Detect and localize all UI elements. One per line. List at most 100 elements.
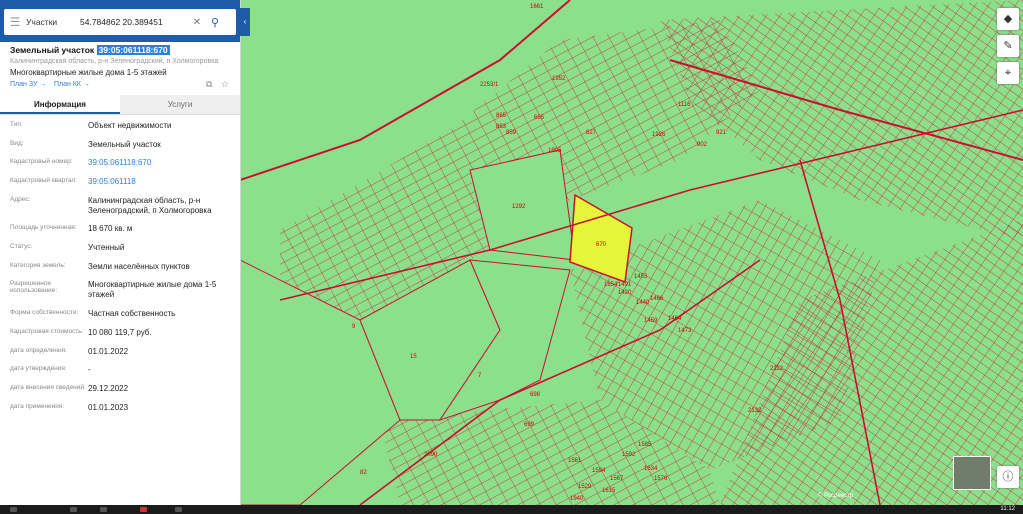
attr-value: Земли населённых пунктов — [88, 262, 190, 271]
parcel-number-label[interactable]: 1491 — [618, 282, 631, 288]
attr-value: Земельный участок — [88, 140, 161, 149]
cadastral-map[interactable]: 1661 1952 2253/1 1116 1926 1292 670 1905 921 902 9… — [240, 0, 1023, 505]
parcel-number-label[interactable]: 1654 — [604, 282, 617, 288]
minimap-thumbnail[interactable] — [953, 456, 991, 490]
parcel-number-label[interactable]: 1466 — [650, 296, 663, 302]
map-canvas[interactable] — [240, 0, 1023, 505]
parcel-number-label[interactable]: 1473 — [678, 328, 691, 334]
attr-label: дата применения: — [10, 403, 65, 410]
parcel-number-label[interactable]: 15 — [410, 354, 417, 360]
parcel-number-label[interactable]: 921 — [716, 130, 726, 136]
parcel-number-label[interactable]: 1592 — [622, 452, 635, 458]
search-icon[interactable]: ⚲ — [204, 16, 226, 29]
start-icon[interactable] — [10, 507, 17, 512]
parcel-number-label[interactable]: 1292 — [512, 204, 525, 210]
parcel-number-label[interactable]: 1634 — [644, 466, 657, 472]
parcel-number-label[interactable]: 1952 — [552, 76, 565, 82]
parcel-zone-northeast — [660, 0, 1023, 240]
attr-label: Тип: — [10, 121, 23, 128]
parcel-number-label[interactable]: 2132 — [748, 408, 761, 414]
parcel-number-label[interactable]: 865 — [496, 113, 506, 119]
taskbar-app-icon[interactable] — [100, 507, 107, 512]
attr-value[interactable]: 39:05:061118:670 — [88, 158, 236, 168]
object-cadastral-number[interactable]: 39:05:061118:670 — [96, 45, 170, 55]
crosshair-icon: ⌖ — [1004, 67, 1012, 79]
search-input[interactable] — [80, 17, 190, 27]
browser-icon[interactable] — [140, 507, 147, 512]
info-button[interactable]: ⓘ — [997, 466, 1019, 488]
info-panel: ☰ Участки ✕ ⚲ Земельный участок 39:05:06… — [0, 0, 241, 505]
attr-label: Категория земель: — [10, 262, 66, 269]
parcel-number-label[interactable]: 1585 — [638, 442, 651, 448]
attr-value: 18 670 кв. м — [88, 224, 133, 233]
plan-zu-link[interactable]: План ЗУ → — [10, 81, 46, 88]
parcel-number-label[interactable]: 82 — [360, 470, 367, 476]
attr-label: дата определения: — [10, 347, 67, 354]
attr-label: Форма собственности: — [10, 309, 79, 316]
attr-label: Кадастровый номер: — [10, 158, 73, 165]
taskbar-app-icon[interactable] — [70, 507, 77, 512]
tabs: Информация Услуги — [0, 95, 240, 115]
parcel-number-label[interactable]: 2253/1 — [480, 82, 498, 88]
plan-kk-link[interactable]: План КК → — [54, 81, 90, 88]
attr-label: дата утверждения: — [10, 365, 67, 372]
tab-information[interactable]: Информация — [0, 95, 120, 114]
object-kind: Земельный участок — [10, 45, 95, 55]
attr-value[interactable]: 39:05:061118 — [88, 177, 236, 187]
attr-value: 01.01.2022 — [88, 347, 129, 356]
parcel-number-label[interactable]: 1567 — [610, 476, 623, 482]
parcel-number-label[interactable]: 9 — [352, 324, 355, 330]
parcel-number-label[interactable]: 902 — [697, 142, 707, 148]
attr-value: Многоквартирные жилые дома 1-5 этажей — [88, 280, 217, 299]
parcel-number-label[interactable]: 2090 — [424, 452, 437, 458]
parcel-number-label[interactable]: 1594 — [592, 468, 605, 474]
parcel-number-label[interactable]: 1661 — [530, 4, 543, 10]
attr-value: Учтенный — [88, 243, 125, 252]
attr-value: Калининградская область, р-н Зеленоградс… — [88, 196, 212, 215]
parcel-number-label[interactable]: 827 — [586, 130, 596, 136]
parcel-number-label[interactable]: 7 — [478, 373, 481, 379]
search-bar: ☰ Участки ✕ ⚲ — [0, 0, 240, 42]
parcel-number-label[interactable]: 1926 — [652, 132, 665, 138]
parcel-number-label[interactable]: 670 — [596, 242, 606, 248]
parcel-number-label[interactable]: 1453 — [634, 274, 647, 280]
parcel-number-label[interactable]: 699 — [524, 422, 534, 428]
parcel-number-label[interactable]: 1615 — [602, 488, 615, 494]
parcel-number-label[interactable]: 1440 — [636, 300, 649, 306]
layers-icon: ◆ — [1003, 13, 1013, 25]
parcel-number-label[interactable]: 655 — [534, 115, 544, 121]
edit-button[interactable]: ✎ — [997, 35, 1019, 57]
search-box: ☰ Участки ✕ ⚲ — [4, 9, 236, 35]
parcel-number-label[interactable]: 1905 — [548, 148, 561, 154]
bookmark-icon[interactable]: ⧉ — [206, 79, 212, 90]
locate-button[interactable]: ⌖ — [997, 62, 1019, 84]
parcel-number-label[interactable]: 1940 — [570, 496, 583, 502]
map-copyright: © Росреестр — [818, 493, 854, 499]
chevron-left-icon: ‹ — [243, 17, 247, 26]
taskbar-clock: 11:12 — [1000, 506, 1015, 512]
parcel-number-label[interactable]: 1576 — [654, 476, 667, 482]
parcel-number-label[interactable]: 1561 — [568, 458, 581, 464]
taskbar-app-icon[interactable] — [175, 507, 182, 512]
attr-value: 10 080 119,7 руб. — [88, 328, 152, 337]
tab-services[interactable]: Услуги — [120, 95, 240, 114]
parcel-number-label[interactable]: 1420 — [618, 290, 631, 296]
attr-value: 29.12.2022 — [88, 384, 129, 393]
object-title: Земельный участок 39:05:061118:670 — [10, 45, 170, 55]
layer-select[interactable]: Участки — [26, 17, 80, 27]
layers-button[interactable]: ◆ — [997, 8, 1019, 30]
parcel-number-label[interactable]: 698 — [530, 392, 540, 398]
parcel-number-label[interactable]: 1464 — [668, 316, 681, 322]
parcel-number-label[interactable]: 1529 — [578, 484, 591, 490]
star-icon[interactable]: ☆ — [221, 79, 229, 90]
object-address: Калининградская область, р-н Зеленоградс… — [10, 58, 219, 65]
parcel-number-label[interactable]: 1459 — [644, 318, 657, 324]
collapse-panel-button[interactable]: ‹ — [240, 8, 250, 36]
attr-value: Частная собственность — [88, 309, 176, 318]
close-icon[interactable]: ✕ — [190, 17, 204, 28]
menu-icon[interactable]: ☰ — [4, 15, 26, 29]
parcel-number-label[interactable]: 863 — [496, 124, 506, 130]
parcel-number-label[interactable]: 1116 — [678, 102, 690, 108]
parcel-number-label[interactable]: 2112 — [770, 366, 783, 372]
parcel-number-label[interactable]: 859 — [506, 130, 516, 136]
